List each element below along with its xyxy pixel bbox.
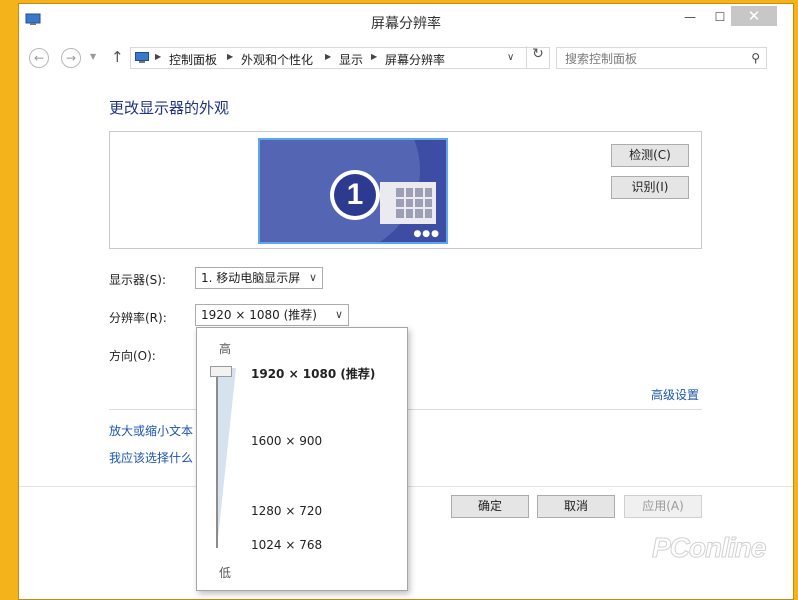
arrow-left-icon: ← xyxy=(33,51,45,65)
resolution-label: 分辨率(R): xyxy=(109,311,167,325)
chevron-down-icon: ∨ xyxy=(334,308,343,321)
breadcrumb-screen-resolution[interactable]: 屏幕分辨率 xyxy=(385,51,445,68)
breadcrumb-separator-icon: ▶ xyxy=(227,52,234,61)
high-label: 高 xyxy=(219,342,232,356)
resolution-option[interactable]: 1600 × 900 xyxy=(251,434,322,448)
display-preview-area: 1 ●●● 检测(C) 识别(I) xyxy=(109,131,702,249)
back-button[interactable]: ← xyxy=(29,48,49,68)
calculator-graphic xyxy=(380,182,436,224)
low-label: 低 xyxy=(219,566,232,580)
address-bar[interactable]: ▶ 控制面板 ▶ 外观和个性化 ▶ 显示 ▶ 屏幕分辨率 ∨ xyxy=(130,47,550,69)
which-settings-link[interactable]: 我应该选择什么 xyxy=(109,449,193,466)
watermark-logo: PConline 太平洋电脑网 xyxy=(650,522,790,592)
search-icon[interactable]: ⚲ xyxy=(751,51,760,65)
breadcrumb-display[interactable]: 显示 xyxy=(339,51,363,68)
breadcrumb-separator-icon: ▶ xyxy=(155,52,162,61)
breadcrumb-separator-icon: ▶ xyxy=(371,52,378,61)
computer-icon xyxy=(135,52,149,63)
resolution-dropdown: 高 1920 × 1080 (推荐) 1600 × 900 1280 × 720… xyxy=(196,327,408,591)
chevron-down-icon[interactable]: ∨ xyxy=(507,52,514,63)
watermark-brand: PConline xyxy=(651,532,766,564)
breadcrumb-control-panel[interactable]: 控制面板 xyxy=(169,51,217,68)
resolution-option[interactable]: 1024 × 768 xyxy=(251,538,322,552)
identify-button[interactable]: 识别(I) xyxy=(611,176,689,199)
advanced-settings-link[interactable]: 高级设置 xyxy=(651,386,699,403)
orientation-label: 方向(O): xyxy=(109,349,156,363)
breadcrumb-separator-icon: ▶ xyxy=(325,52,332,61)
recent-locations-chevron-icon[interactable]: ▼ xyxy=(90,52,96,61)
ok-button[interactable]: 确定 xyxy=(451,495,529,518)
minimize-button[interactable]: — xyxy=(675,6,705,28)
dots-icon: ●●● xyxy=(413,229,440,239)
resolution-select[interactable]: 1920 × 1080 (推荐) ∨ xyxy=(195,304,349,326)
breadcrumb-appearance[interactable]: 外观和个性化 xyxy=(241,51,313,68)
text-size-link[interactable]: 放大或缩小文本 xyxy=(109,422,193,439)
forward-button[interactable]: → xyxy=(61,48,81,68)
refresh-icon[interactable]: ↻ xyxy=(526,46,549,68)
navigation-bar: ← → ▼ ↑ ▶ 控制面板 ▶ 外观和个性化 ▶ 显示 ▶ 屏幕分辨率 ∨ ↻… xyxy=(19,44,793,74)
cancel-button[interactable]: 取消 xyxy=(537,495,615,518)
display-select-value: 1. 移动电脑显示屏 xyxy=(201,271,301,285)
watermark-subtitle: 太平洋电脑网 xyxy=(650,566,747,580)
apply-button[interactable]: 应用(A) xyxy=(624,495,702,518)
monitor-1-preview[interactable]: 1 ●●● xyxy=(258,138,448,244)
monitor-number: 1 xyxy=(334,174,376,216)
up-arrow-icon[interactable]: ↑ xyxy=(111,48,124,66)
resolution-select-value: 1920 × 1080 (推荐) xyxy=(201,308,317,322)
search-input[interactable] xyxy=(563,49,747,69)
close-button[interactable]: ✕ xyxy=(731,6,777,26)
title-bar: 屏幕分辨率 — ☐ ✕ xyxy=(19,4,793,38)
resolution-option[interactable]: 1280 × 720 xyxy=(251,504,322,518)
detect-button[interactable]: 检测(C) xyxy=(611,144,689,167)
resolution-slider-thumb[interactable] xyxy=(210,366,232,377)
display-select[interactable]: 1. 移动电脑显示屏 ∨ xyxy=(195,267,323,289)
display-label: 显示器(S): xyxy=(109,273,167,287)
arrow-right-icon: → xyxy=(65,51,77,65)
monitor-number-badge: 1 xyxy=(330,170,380,220)
resolution-slider-track[interactable] xyxy=(216,368,236,548)
search-box: ⚲ xyxy=(556,47,767,69)
resolution-option[interactable]: 1920 × 1080 (推荐) xyxy=(251,365,375,382)
page-title: 更改显示器的外观 xyxy=(109,99,230,117)
chevron-down-icon: ∨ xyxy=(308,271,317,284)
